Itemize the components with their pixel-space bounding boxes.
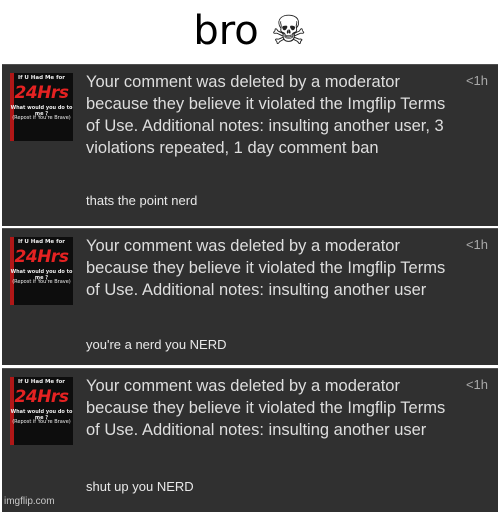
comment-reply[interactable]: you're a nerd you NERD <box>86 337 227 352</box>
notification-message: Your comment was deleted by a moderator … <box>86 237 446 299</box>
thumbnail-line2: 24Hrs <box>14 83 69 103</box>
skull-icon: ☠ <box>270 9 307 53</box>
thumbnail-line4: (Repost if You're Brave) <box>12 419 71 425</box>
thumbnail-line4: (Repost if You're Brave) <box>12 115 71 121</box>
thumbnail-line1: If U Had Me for <box>18 239 65 245</box>
imgflip-watermark: imgflip.com <box>4 496 55 507</box>
thumbnail-line1: If U Had Me for <box>18 379 65 385</box>
notification-item[interactable]: If U Had Me for 24Hrs What would you do … <box>2 228 498 365</box>
notification-time: <1h <box>465 237 488 252</box>
thumbnail-line4: (Repost if You're Brave) <box>12 279 71 285</box>
thumbnail-line1: If U Had Me for <box>18 75 65 81</box>
notification-message: Your comment was deleted by a moderator … <box>86 73 446 157</box>
comment-reply[interactable]: thats the point nerd <box>86 193 197 208</box>
meme-thumbnail[interactable]: If U Had Me for 24Hrs What would you do … <box>10 73 73 141</box>
notification-item[interactable]: If U Had Me for 24Hrs What would you do … <box>2 368 498 512</box>
notification-time: <1h <box>465 73 488 88</box>
notification-item[interactable]: If U Had Me for 24Hrs What would you do … <box>2 64 498 226</box>
notification-message: Your comment was deleted by a moderator … <box>86 377 446 439</box>
comment-reply[interactable]: shut up you NERD <box>86 479 194 494</box>
header: bro ☠ <box>0 0 500 62</box>
thumbnail-line2: 24Hrs <box>14 247 69 267</box>
meme-thumbnail[interactable]: If U Had Me for 24Hrs What would you do … <box>10 237 73 305</box>
caption-text: bro <box>193 8 259 54</box>
notification-time: <1h <box>465 377 488 392</box>
meme-page: bro ☠ If U Had Me for 24Hrs What would y… <box>0 0 500 512</box>
thumbnail-line2: 24Hrs <box>14 387 69 407</box>
meme-thumbnail[interactable]: If U Had Me for 24Hrs What would you do … <box>10 377 73 445</box>
